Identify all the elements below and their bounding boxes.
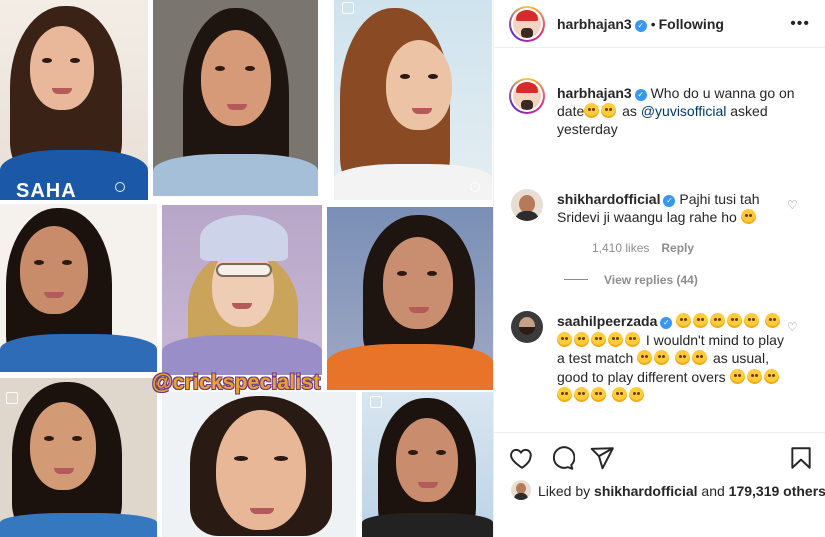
laughing-emoji-icon — [628, 387, 644, 402]
watermark-text: @crickspecialist — [152, 371, 321, 394]
author-username[interactable]: harbhajan3 — [557, 16, 632, 32]
image-badge-icon — [470, 182, 480, 192]
following-button[interactable]: Following — [659, 16, 724, 32]
heart-icon[interactable] — [509, 445, 535, 471]
post-side-panel: harbhajan3 ✓ • Following ••• harbhajan3 ✓ Wh… — [493, 0, 825, 537]
liked-by-middle: and — [697, 483, 729, 499]
liked-by-prefix: Liked by — [538, 483, 595, 499]
more-horizontal-icon[interactable]: ••• — [790, 15, 810, 33]
replies-divider-line — [564, 279, 588, 280]
comment-body: saahilpeerzada ✓ I wouldn't mind to play … — [557, 312, 787, 405]
likes-count[interactable]: 179,319 others — [729, 483, 825, 499]
reply-button[interactable]: Reply — [661, 241, 694, 255]
verified-badge-icon: ✓ — [634, 20, 647, 32]
jersey-text: SAHA — [16, 180, 77, 200]
caption-avatar[interactable] — [513, 82, 541, 110]
liked-by-user[interactable]: shikhardofficial — [594, 483, 697, 499]
separator-dot: • — [650, 16, 656, 32]
comment-likes-count[interactable]: 1,410 likes — [592, 241, 649, 255]
collage-photo-7 — [0, 378, 157, 537]
image-frame-icon — [6, 392, 18, 404]
laughing-emoji-icon — [744, 313, 760, 328]
comment-body: shikhardofficial ✓ Pajhi tusi tah Sridevi… — [557, 190, 787, 226]
collage-photo-2 — [153, 0, 318, 196]
collage-photo-8 — [162, 392, 356, 537]
collage-photo-5 — [162, 205, 322, 375]
commenter-avatar[interactable] — [511, 189, 543, 221]
laughing-emoji-icon — [557, 387, 572, 402]
grin-emoji-icon — [675, 350, 691, 365]
laughing-emoji-icon — [625, 331, 640, 347]
comment-icon[interactable] — [549, 445, 575, 471]
avatar[interactable] — [513, 10, 541, 38]
laughing-emoji-icon — [591, 331, 606, 347]
post-image-collage[interactable]: SAHA @crickspecialist — [0, 0, 493, 537]
verified-badge-icon: ✓ — [634, 89, 647, 101]
collage-photo-9 — [362, 392, 493, 537]
share-icon[interactable] — [589, 445, 615, 471]
post-actions-bar — [494, 432, 825, 490]
collage-photo-3 — [334, 0, 492, 200]
bookmark-icon[interactable] — [788, 445, 814, 471]
comment-username[interactable]: shikhardofficial — [557, 191, 660, 207]
post-header: harbhajan3 ✓ • Following ••• — [494, 0, 825, 48]
laughing-emoji-icon — [763, 368, 779, 384]
laughing-emoji-icon — [746, 368, 762, 384]
image-frame-icon — [370, 396, 382, 408]
collage-photo-1: SAHA — [0, 0, 148, 200]
laughing-emoji-icon — [557, 331, 572, 347]
grin-emoji-icon — [637, 350, 653, 365]
comment-meta: 1,410 likes Reply — [592, 241, 694, 255]
image-frame-icon — [342, 2, 354, 14]
laughing-emoji-icon — [591, 387, 606, 402]
grin-emoji-icon — [692, 350, 708, 365]
image-badge-icon — [115, 182, 125, 192]
mention-link[interactable]: @yuvisofficial — [641, 103, 727, 119]
laughing-emoji-icon — [611, 387, 627, 402]
comment-username[interactable]: saahilpeerzada — [557, 313, 657, 329]
laughing-emoji-icon — [729, 368, 745, 384]
verified-badge-icon: ✓ — [663, 195, 676, 207]
blush-emoji-icon — [740, 209, 756, 224]
laughing-emoji-icon — [693, 313, 709, 328]
collage-photo-6 — [327, 207, 493, 390]
liked-by-line: Liked by shikhardofficial and 179,319 ot… — [538, 483, 825, 499]
laughing-emoji-icon — [608, 331, 623, 347]
laughing-emoji-icon — [676, 313, 692, 328]
laughing-emoji-icon — [574, 331, 589, 347]
caption-username[interactable]: harbhajan3 — [557, 85, 632, 101]
laughing-emoji-icon — [765, 313, 781, 328]
view-replies-label: View replies (44) — [604, 273, 698, 287]
laughing-emoji-icon — [727, 313, 743, 328]
view-replies-button[interactable]: View replies (44) — [564, 273, 698, 287]
laughing-emoji-icon — [710, 313, 726, 328]
verified-badge-icon: ✓ — [660, 317, 673, 329]
collage-photo-4 — [0, 204, 157, 372]
comment-like-heart-icon[interactable]: ♡ — [787, 199, 799, 211]
liked-by-avatar[interactable] — [511, 480, 531, 500]
header-user-line: harbhajan3 ✓ • Following — [557, 16, 724, 32]
laughing-emoji-icon — [574, 387, 589, 402]
grin-emoji-icon — [654, 350, 670, 365]
comment-like-heart-icon[interactable]: ♡ — [787, 321, 799, 333]
caption-text-middle: as — [618, 103, 641, 119]
grimace-emoji-icon — [601, 103, 617, 118]
grimace-emoji-icon — [584, 103, 600, 118]
post-caption: harbhajan3 ✓ Who do u wanna go on date as… — [557, 84, 807, 138]
commenter-avatar[interactable] — [511, 311, 543, 343]
